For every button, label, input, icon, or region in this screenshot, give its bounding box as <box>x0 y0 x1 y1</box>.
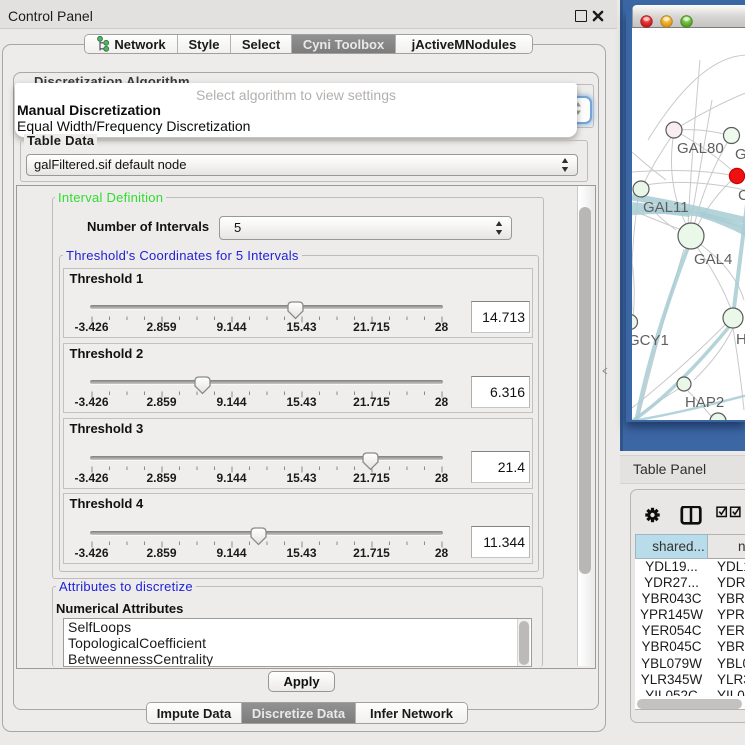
svg-text:C: C <box>738 187 745 204</box>
svg-text:HAP2: HAP2 <box>685 394 724 411</box>
svg-text:GCY1: GCY1 <box>632 332 669 349</box>
svg-text:GAL4: GAL4 <box>694 251 732 268</box>
svg-text:GAL11: GAL11 <box>643 199 689 216</box>
svg-text:GA: GA <box>735 146 745 163</box>
svg-text:GAL80: GAL80 <box>677 140 724 157</box>
svg-text:H: H <box>736 331 745 348</box>
